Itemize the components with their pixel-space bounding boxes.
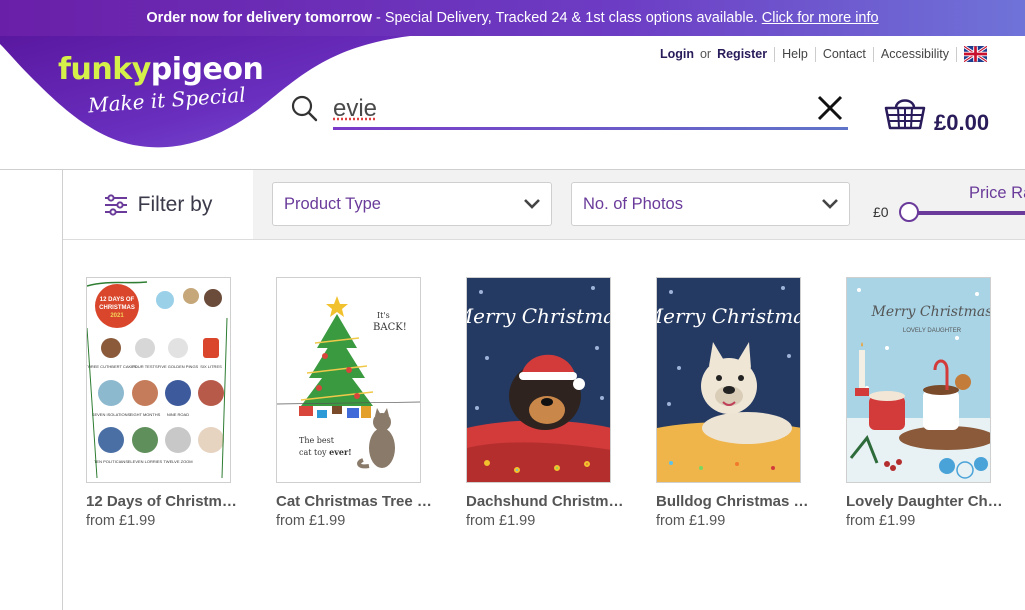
banner-bold-text: Order now for delivery tomorrow — [146, 10, 372, 26]
product-card[interactable]: Merry Christmas Bulldog Christmas … from… — [656, 277, 809, 529]
price-range-title: Price Ra — [969, 184, 1025, 202]
svg-text:Merry Christmas: Merry Christmas — [871, 304, 991, 320]
svg-text:It's: It's — [377, 311, 390, 320]
svg-text:Merry Christmas: Merry Christmas — [657, 304, 801, 328]
price-min-label: £0 — [873, 204, 889, 220]
search-input[interactable] — [333, 92, 803, 126]
product-name[interactable]: Bulldog Christmas … — [656, 493, 809, 510]
accessibility-link[interactable]: Accessibility — [881, 47, 949, 61]
product-type-dropdown[interactable]: Product Type — [272, 182, 552, 226]
photos-label: No. of Photos — [583, 194, 683, 213]
contact-link[interactable]: Contact — [823, 47, 866, 61]
login-link[interactable]: Login — [660, 47, 694, 61]
svg-text:FIVE GOLDEN PINGS: FIVE GOLDEN PINGS — [158, 364, 199, 369]
site-header: funkypigeon Make it Special Login or Reg… — [0, 36, 1025, 170]
product-image: Merry Christmas — [466, 277, 611, 483]
product-price: from £1.99 — [86, 513, 156, 529]
or-text: or — [699, 47, 712, 61]
svg-text:The best: The best — [299, 436, 335, 445]
price-slider-track[interactable] — [908, 211, 1025, 215]
chevron-down-icon — [524, 199, 540, 209]
sliders-icon — [104, 193, 127, 216]
svg-text:EIGHT MONTHS: EIGHT MONTHS — [130, 412, 161, 417]
svg-text:TWELVE ZOOM: TWELVE ZOOM — [163, 459, 192, 464]
product-name[interactable]: Dachshund Christm… — [466, 493, 624, 510]
product-name[interactable]: Lovely Daughter Ch… — [846, 493, 1003, 510]
filter-bar: Filter by Product Type No. of Photos Pri… — [63, 170, 1025, 240]
product-price: from £1.99 — [846, 513, 916, 529]
logo-wordmark: funkypigeon — [58, 52, 264, 87]
card-bulldog-art: Merry Christmas — [657, 278, 801, 482]
divider — [872, 46, 874, 62]
promo-banner: Order now for delivery tomorrow - Specia… — [0, 0, 1025, 36]
svg-text:CHRISTMAS: CHRISTMAS — [99, 305, 135, 311]
svg-text:THREE CUTHBERT CAKES: THREE CUTHBERT CAKES — [87, 364, 137, 369]
svg-text:BACK!: BACK! — [373, 322, 407, 333]
svg-text:cat toy ever!: cat toy ever! — [299, 447, 352, 457]
help-link[interactable]: Help — [782, 47, 808, 61]
filter-by-label: Filter by — [137, 192, 213, 216]
product-card[interactable]: Merry Christmas Dachshund Christm… from … — [466, 277, 624, 529]
product-image: Merry Christmas — [656, 277, 801, 483]
card-12-days-art: 12 DAYS OF CHRISTMAS 2021 THREE CUTHBERT… — [87, 278, 230, 482]
basket-total[interactable]: £0.00 — [934, 110, 989, 136]
basket-icon[interactable] — [884, 96, 926, 130]
chevron-down-icon — [822, 199, 838, 209]
product-image: Merry Christmas LOVELY DAUGHTER — [846, 277, 991, 483]
logo-funky: funky — [58, 52, 151, 87]
search-icon[interactable] — [290, 94, 318, 122]
product-image: It's BACK! The best cat toy ever! — [276, 277, 421, 483]
register-link[interactable]: Register — [717, 47, 767, 61]
close-icon[interactable] — [816, 94, 844, 122]
product-card[interactable]: 12 DAYS OF CHRISTMAS 2021 THREE CUTHBERT… — [86, 277, 237, 529]
card-lovely-daughter-art: Merry Christmas LOVELY DAUGHTER — [847, 278, 991, 482]
logo-pigeon: pigeon — [150, 52, 264, 87]
svg-text:12 DAYS OF: 12 DAYS OF — [100, 297, 135, 303]
product-price: from £1.99 — [276, 513, 346, 529]
banner-text: - Special Delivery, Tracked 24 & 1st cla… — [376, 10, 758, 26]
photos-dropdown[interactable]: No. of Photos — [571, 182, 850, 226]
price-slider-min-handle[interactable] — [899, 202, 919, 222]
card-dachshund-art: Merry Christmas — [467, 278, 611, 482]
divider — [774, 46, 776, 62]
account-links: Login or Register Help Contact Accessibi… — [660, 46, 987, 62]
search-bar — [333, 92, 848, 130]
uk-flag-icon[interactable] — [964, 46, 987, 62]
divider — [814, 46, 816, 62]
product-price: from £1.99 — [656, 513, 726, 529]
product-card[interactable]: Merry Christmas LOVELY DAUGHTER Lovely D… — [846, 277, 1003, 529]
svg-text:Merry Christmas: Merry Christmas — [467, 304, 611, 328]
product-name[interactable]: Cat Christmas Tree … — [276, 493, 432, 510]
product-card[interactable]: It's BACK! The best cat toy ever! Cat Ch… — [276, 277, 432, 529]
card-cat-tree-art: It's BACK! The best cat toy ever! — [277, 278, 420, 482]
product-name[interactable]: 12 Days of Christm… — [86, 493, 237, 510]
svg-text:SEVEN ISOLATIONS: SEVEN ISOLATIONS — [92, 412, 131, 417]
svg-text:TEN POLITICIANS: TEN POLITICIANS — [94, 459, 128, 464]
divider — [956, 46, 957, 62]
card-subtitle: LOVELY DAUGHTER — [903, 328, 962, 334]
banner-more-info-link[interactable]: Click for more info — [762, 10, 879, 26]
filter-by-button[interactable]: Filter by — [63, 170, 253, 239]
svg-text:FOUR TESTS: FOUR TESTS — [132, 364, 158, 369]
product-image: 12 DAYS OF CHRISTMAS 2021 THREE CUTHBERT… — [86, 277, 231, 483]
product-price: from £1.99 — [466, 513, 536, 529]
product-type-label: Product Type — [284, 194, 381, 213]
svg-text:SIX LITRES: SIX LITRES — [200, 364, 222, 369]
svg-text:ELEVEN LORRIES: ELEVEN LORRIES — [128, 459, 163, 464]
svg-text:2021: 2021 — [110, 313, 124, 319]
svg-text:NINE ROAD: NINE ROAD — [167, 412, 189, 417]
